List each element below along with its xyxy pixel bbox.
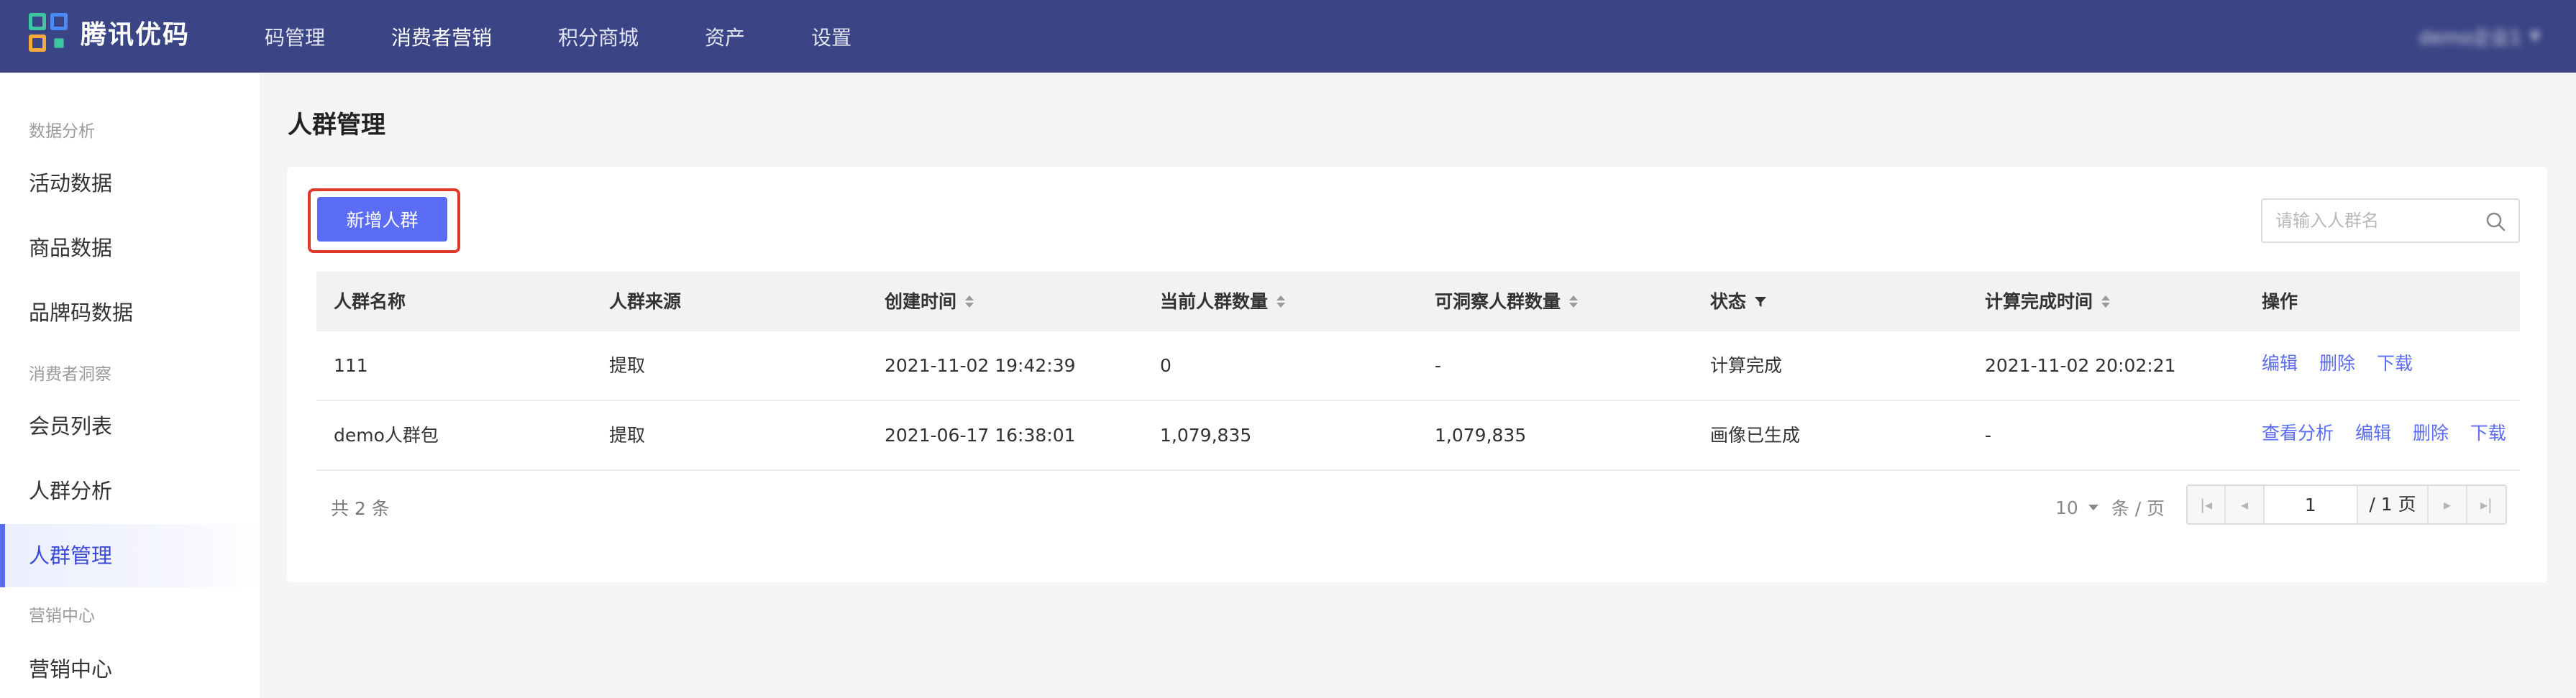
- edit-link[interactable]: 编辑: [2355, 423, 2391, 444]
- cell-source: 提取: [609, 355, 646, 376]
- download-link[interactable]: 下载: [2470, 423, 2506, 444]
- cell-insight-count: 1,079,835: [1435, 425, 1527, 446]
- user-menu[interactable]: demo企业1 ▼: [2419, 23, 2540, 50]
- table-header: 人群名称 人群来源 创建时间 当前人群数量 可洞察人群数量 状态 计算完成时间 …: [316, 272, 2520, 331]
- cell-current-count: 0: [1160, 355, 1171, 376]
- qr-logo-icon: [29, 13, 68, 52]
- user-name: demo企业1: [2419, 27, 2522, 49]
- nav-item-points-mall[interactable]: 积分商城: [558, 22, 639, 51]
- table-row: 111 提取 2021-11-02 19:42:39 0 - 计算完成 2021…: [316, 331, 2520, 401]
- cell-name: 111: [334, 355, 368, 376]
- col-header-finished[interactable]: 计算完成时间: [1985, 272, 2111, 331]
- sidebar-item-member-list[interactable]: 会员列表: [0, 395, 260, 458]
- cell-actions: 编辑 删除 下载: [2262, 331, 2429, 400]
- cell-created: 2021-06-17 16:38:01: [885, 425, 1076, 446]
- cell-source: 提取: [609, 425, 646, 446]
- caret-down-icon: [2088, 505, 2098, 510]
- filter-icon[interactable]: [1753, 295, 1768, 309]
- col-header-current-count[interactable]: 当前人群数量: [1160, 272, 1286, 331]
- col-header-actions: 操作: [2262, 291, 2298, 312]
- col-header-name: 人群名称: [334, 291, 406, 312]
- cell-actions: 查看分析 编辑 删除 下载: [2262, 401, 2522, 469]
- sidebar-group-marketing-center: 营销中心: [29, 607, 95, 625]
- sort-icon[interactable]: [2101, 295, 2111, 308]
- sidebar-group-data-analysis: 数据分析: [29, 122, 95, 141]
- top-navbar: 腾讯优码 码管理 消费者营销 积分商城 资产 设置 demo企业1 ▼: [0, 0, 2576, 73]
- chevron-down-icon: ▼: [2530, 29, 2540, 44]
- cell-insight-count: -: [1435, 355, 1442, 376]
- next-page-icon[interactable]: ▸: [2429, 486, 2467, 523]
- search-input[interactable]: [2275, 200, 2477, 242]
- sort-icon[interactable]: [965, 295, 974, 308]
- last-page-icon[interactable]: ▸|: [2467, 486, 2506, 523]
- sidebar-item-brand-code-data[interactable]: 品牌码数据: [0, 281, 260, 344]
- nav-item-settings[interactable]: 设置: [811, 22, 851, 51]
- cell-name: demo人群包: [334, 425, 439, 446]
- pagination: |◂ ◂ / 1 页 ▸ ▸|: [2186, 485, 2507, 525]
- cell-created: 2021-11-02 19:42:39: [885, 355, 1076, 376]
- prev-page-icon[interactable]: ◂: [2226, 486, 2265, 523]
- nav-item-consumer-marketing[interactable]: 消费者营销: [391, 22, 492, 51]
- page-size-value: 10: [2055, 497, 2078, 518]
- cell-status: 画像已生成: [1710, 425, 1801, 446]
- sidebar-item-marketing-center[interactable]: 营销中心: [0, 638, 260, 698]
- cell-current-count: 1,079,835: [1160, 425, 1252, 446]
- col-header-status[interactable]: 状态: [1710, 272, 1768, 331]
- sidebar-item-crowd-management[interactable]: 人群管理: [0, 524, 260, 587]
- page-size-select[interactable]: 10 条 / 页: [2055, 495, 2165, 520]
- search-box: [2261, 198, 2520, 243]
- cell-status: 计算完成: [1710, 355, 1783, 376]
- view-analysis-link[interactable]: 查看分析: [2262, 423, 2334, 444]
- brand-logo[interactable]: 腾讯优码: [29, 13, 190, 52]
- col-header-source: 人群来源: [609, 291, 682, 312]
- brand-name: 腾讯优码: [81, 20, 191, 50]
- sidebar-item-activity-data[interactable]: 活动数据: [0, 152, 260, 215]
- cell-finished: -: [1985, 425, 1992, 446]
- page-number-input[interactable]: [2264, 486, 2358, 523]
- download-link[interactable]: 下载: [2377, 353, 2413, 374]
- sort-icon[interactable]: [1569, 295, 1579, 308]
- col-header-created[interactable]: 创建时间: [885, 272, 974, 331]
- page-title: 人群管理: [288, 111, 385, 139]
- add-crowd-button[interactable]: 新增人群: [317, 197, 447, 242]
- sidebar-group-consumer-insight: 消费者洞察: [29, 365, 111, 384]
- page-size-unit: 条 / 页: [2111, 498, 2165, 519]
- sidebar-item-crowd-analysis[interactable]: 人群分析: [0, 459, 260, 523]
- cell-finished: 2021-11-02 20:02:21: [1985, 355, 2176, 376]
- col-header-insight-count[interactable]: 可洞察人群数量: [1435, 272, 1579, 331]
- nav-item-assets[interactable]: 资产: [705, 22, 745, 51]
- table-row: demo人群包 提取 2021-06-17 16:38:01 1,079,835…: [316, 401, 2520, 471]
- main-nav: 码管理 消费者营销 积分商城 资产 设置: [265, 0, 918, 73]
- delete-link[interactable]: 删除: [2413, 423, 2449, 444]
- first-page-icon[interactable]: |◂: [2188, 486, 2226, 523]
- total-pages: / 1 页: [2358, 486, 2429, 523]
- sidebar-item-product-data[interactable]: 商品数据: [0, 216, 260, 280]
- total-count: 共 2 条: [331, 498, 390, 519]
- nav-item-code-management[interactable]: 码管理: [265, 22, 325, 51]
- edit-link[interactable]: 编辑: [2262, 353, 2298, 374]
- sort-icon[interactable]: [1276, 295, 1286, 308]
- search-icon[interactable]: [2485, 211, 2506, 231]
- sidebar: 数据分析 活动数据 商品数据 品牌码数据 消费者洞察 会员列表 人群分析 人群管…: [0, 73, 260, 698]
- delete-link[interactable]: 删除: [2319, 353, 2355, 374]
